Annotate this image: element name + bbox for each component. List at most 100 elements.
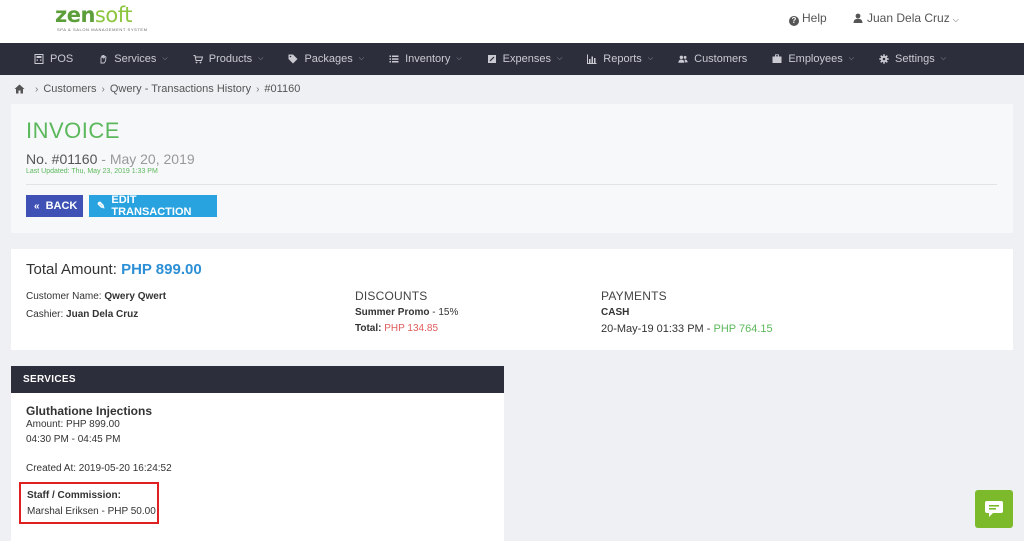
service-created-at: Created At: 2019-05-20 16:24:52	[26, 463, 172, 474]
user-menu[interactable]: Juan Dela Cruz ⌵	[853, 11, 959, 25]
nav-item-pos[interactable]: POS	[34, 53, 73, 65]
chevron-down-icon: ⌵	[940, 55, 947, 62]
service-amount: Amount: PHP 899.00	[26, 419, 120, 430]
total-amount-line: Total Amount: PHP 899.00	[26, 261, 202, 278]
staff-commission-box: Staff / Commission: Marshal Eriksen - PH…	[19, 482, 159, 524]
chevron-down-icon: ⌵	[162, 55, 168, 62]
nav-item-products[interactable]: Products ⌵	[193, 53, 264, 65]
chevron-down-icon: ⌵	[952, 15, 959, 24]
customer-name-value: Qwery Qwert	[104, 291, 167, 302]
edit-label: EDIT TRANSACTION	[111, 194, 192, 218]
nav-label: Packages	[304, 53, 353, 65]
nav-label: Inventory	[405, 53, 451, 65]
calculator-icon	[34, 54, 44, 64]
service-name: Gluthatione Injections	[26, 404, 153, 418]
nav-label: POS	[50, 53, 74, 65]
promo-rate: 15%	[438, 307, 459, 318]
staff-commission-label: Staff / Commission:	[27, 490, 121, 501]
customer-name-label: Customer Name:	[26, 291, 102, 302]
top-header: zensoft SPA & SALON MANAGEMENT SYSTEM ? H…	[0, 0, 1024, 43]
briefcase-icon	[772, 54, 782, 63]
user-icon	[853, 13, 863, 23]
payment-amount: PHP 764.15	[713, 323, 773, 335]
chevron-down-icon: ⌵	[456, 55, 462, 62]
payment-method-value: CASH	[601, 307, 630, 318]
breadcrumb-item-customers[interactable]: Customers	[43, 83, 96, 95]
tags-icon	[288, 54, 298, 64]
cashier-value: Juan Dela Cruz	[66, 309, 139, 320]
chevron-down-icon: ⌵	[556, 55, 563, 62]
logo-text-soft: soft	[94, 3, 133, 27]
totals-panel: Total Amount: PHP 899.00 Customer Name: …	[11, 249, 1013, 350]
nav-item-expenses[interactable]: Expenses ⌵	[487, 53, 563, 65]
nav-item-settings[interactable]: Settings ⌵	[879, 53, 946, 65]
discounts-heading: DISCOUNTS	[355, 289, 428, 303]
breadcrumb: › Customers › Qwery - Transactions Histo…	[14, 83, 300, 95]
chevron-down-icon: ⌵	[647, 55, 654, 62]
cashier-label: Cashier:	[26, 309, 64, 320]
hand-icon	[100, 54, 107, 64]
home-icon[interactable]	[14, 84, 25, 94]
services-heading: SERVICES	[11, 366, 504, 393]
help-link[interactable]: ? Help	[789, 11, 827, 26]
nav-label: Services	[114, 53, 157, 65]
chevron-down-icon: ⌵	[258, 55, 264, 62]
chat-bubble-icon	[985, 501, 1003, 517]
chat-button[interactable]	[975, 490, 1013, 528]
discount-promo-row: Summer Promo - 15%	[355, 307, 459, 318]
question-circle-icon: ?	[789, 16, 799, 26]
total-amount-label: Total Amount:	[26, 261, 117, 278]
payment-method: CASH	[601, 307, 629, 318]
nav-label: Employees	[788, 53, 843, 65]
service-time-range: 04:30 PM - 04:45 PM	[26, 434, 121, 445]
invoice-header-panel: INVOICE No. #01160 - May 20, 2019 Last U…	[11, 104, 1013, 233]
receipt-icon	[487, 55, 496, 63]
pencil-icon: ✎	[97, 200, 106, 212]
promo-name: Summer Promo	[355, 307, 430, 318]
brand-logo[interactable]: zensoft SPA & SALON MANAGEMENT SYSTEM	[55, 4, 148, 32]
customer-name-row: Customer Name: Qwery Qwert	[26, 291, 166, 302]
user-name: Juan Dela Cruz	[867, 11, 950, 25]
back-label: BACK	[45, 200, 78, 212]
nav-label: Expenses	[502, 53, 551, 65]
discount-total-value: PHP 134.85	[384, 323, 439, 334]
logo-text-zen: zen	[55, 3, 95, 27]
breadcrumb-item-transactions[interactable]: Qwery - Transactions History	[110, 83, 251, 95]
chevron-right-icon: ›	[35, 83, 39, 95]
edit-transaction-button[interactable]: ✎ EDIT TRANSACTION	[89, 194, 217, 218]
payment-datetime: 20-May-19 01:33 PM	[601, 323, 704, 335]
nav-item-reports[interactable]: Reports ⌵	[587, 53, 653, 65]
bar-chart-icon	[587, 54, 597, 64]
main-nav: POS Services ⌵ Products ⌵ Packages ⌵ Invent…	[0, 43, 1024, 75]
nav-label: Reports	[603, 53, 642, 65]
nav-item-employees[interactable]: Employees ⌵	[772, 53, 854, 65]
payment-row: 20-May-19 01:33 PM - PHP 764.15	[601, 323, 773, 335]
cashier-row: Cashier: Juan Dela Cruz	[26, 309, 138, 320]
services-panel: SERVICES Gluthatione Injections Amount: …	[11, 366, 504, 541]
payments-heading: PAYMENTS	[601, 289, 667, 303]
nav-item-packages[interactable]: Packages ⌵	[288, 53, 364, 65]
list-icon	[389, 55, 399, 63]
nav-item-services[interactable]: Services ⌵	[98, 53, 168, 65]
last-updated: Last Updated: Thu, May 23, 2019 1:33 PM	[26, 168, 158, 175]
nav-item-customers[interactable]: Customers	[678, 53, 747, 65]
staff-commission-value: Marshal Eriksen - PHP 50.00	[27, 506, 156, 517]
page-title: INVOICE	[26, 118, 120, 143]
total-amount-value: PHP 899.00	[121, 261, 202, 278]
logo-tagline: SPA & SALON MANAGEMENT SYSTEM	[57, 27, 148, 32]
double-chevron-left-icon: «	[34, 200, 40, 212]
invoice-number: No. #01160	[26, 151, 98, 167]
discount-total-row: Total: PHP 134.85	[355, 323, 438, 334]
nav-item-inventory[interactable]: Inventory ⌵	[389, 53, 462, 65]
users-icon	[678, 55, 688, 63]
chevron-right-icon: ›	[101, 83, 105, 95]
invoice-number-line: No. #01160 - May 20, 2019	[26, 151, 195, 167]
nav-label: Customers	[694, 53, 748, 65]
invoice-date: May 20, 2019	[109, 151, 195, 167]
nav-label: Settings	[895, 53, 935, 65]
back-button[interactable]: « BACK	[26, 195, 83, 217]
chevron-down-icon: ⌵	[358, 55, 365, 62]
chevron-right-icon: ›	[256, 83, 260, 95]
cart-icon	[193, 55, 203, 64]
help-label: Help	[802, 11, 827, 25]
